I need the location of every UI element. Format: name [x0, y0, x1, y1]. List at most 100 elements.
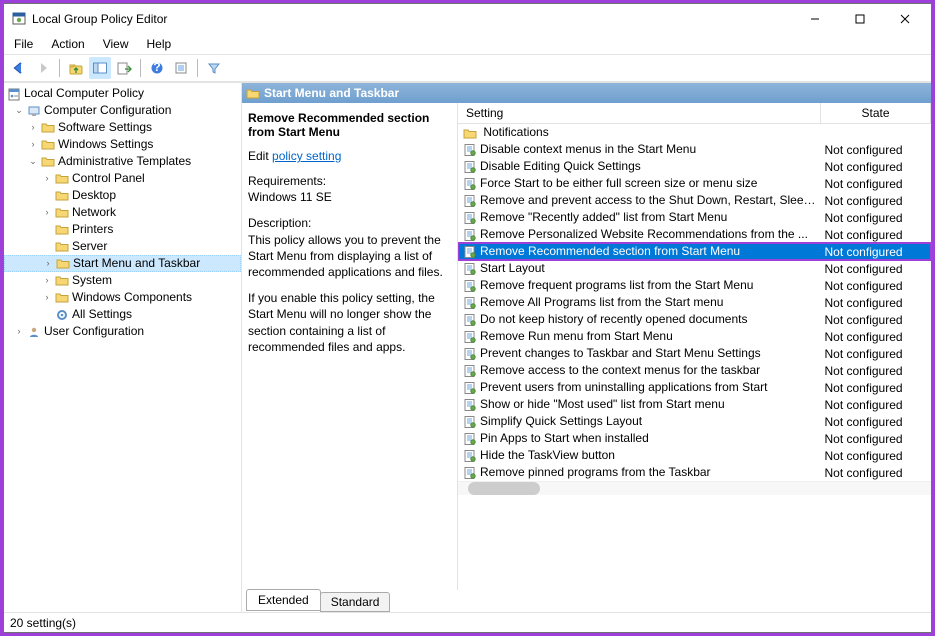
- policy-icon: [462, 262, 478, 276]
- minimize-button[interactable]: [792, 5, 837, 33]
- back-button[interactable]: [8, 57, 30, 79]
- setting-row[interactable]: Force Start to be either full screen siz…: [458, 175, 931, 192]
- setting-state: Not configured: [821, 464, 931, 481]
- expand-toggle[interactable]: ⌄: [12, 105, 26, 117]
- help-button[interactable]: ?: [146, 57, 168, 79]
- expand-toggle[interactable]: ›: [40, 275, 54, 287]
- policy-setting-link[interactable]: policy setting: [272, 149, 341, 163]
- tree-label: All Settings: [70, 306, 132, 323]
- policy-icon: [462, 432, 478, 446]
- tree-server[interactable]: Server: [4, 238, 241, 255]
- show-hide-tree-button[interactable]: [89, 57, 111, 79]
- menu-help[interactable]: Help: [143, 36, 176, 52]
- folder-icon: [54, 171, 70, 187]
- expand-toggle[interactable]: ›: [26, 139, 40, 151]
- horizontal-scrollbar[interactable]: [458, 481, 931, 495]
- folder-icon: [54, 273, 70, 289]
- forward-button[interactable]: [32, 57, 54, 79]
- up-folder-button[interactable]: [65, 57, 87, 79]
- policy-title: Remove Recommended section from Start Me…: [248, 111, 449, 139]
- setting-row[interactable]: Remove access to the context menus for t…: [458, 362, 931, 379]
- setting-row[interactable]: Prevent changes to Taskbar and Start Men…: [458, 345, 931, 362]
- setting-name: Hide the TaskView button: [480, 448, 615, 462]
- tree-windows-settings[interactable]: › Windows Settings: [4, 136, 241, 153]
- setting-row[interactable]: Remove pinned programs from the TaskbarN…: [458, 464, 931, 481]
- tab-extended[interactable]: Extended: [246, 589, 321, 611]
- svg-text:?: ?: [153, 61, 160, 74]
- setting-state: Not configured: [821, 396, 931, 413]
- tree-software-settings[interactable]: › Software Settings: [4, 119, 241, 136]
- properties-button[interactable]: [170, 57, 192, 79]
- tree-computer-config[interactable]: ⌄ Computer Configuration: [4, 102, 241, 119]
- user-icon: [26, 324, 42, 340]
- tree-system[interactable]: ›System: [4, 272, 241, 289]
- setting-row[interactable]: Do not keep history of recently opened d…: [458, 311, 931, 328]
- close-button[interactable]: [882, 5, 927, 33]
- edit-label: Edit: [248, 149, 269, 163]
- policy-icon: [462, 381, 478, 395]
- setting-row[interactable]: Prevent users from uninstalling applicat…: [458, 379, 931, 396]
- expand-toggle[interactable]: ›: [41, 258, 55, 270]
- tree-desktop[interactable]: Desktop: [4, 187, 241, 204]
- policy-icon: [462, 279, 478, 293]
- setting-row[interactable]: Hide the TaskView button Not configured: [458, 447, 931, 464]
- expand-toggle[interactable]: ›: [40, 207, 54, 219]
- folder-row[interactable]: Notifications: [458, 124, 931, 141]
- folder-icon: [54, 239, 70, 255]
- tree-network[interactable]: ›Network: [4, 204, 241, 221]
- tree-all-settings[interactable]: All Settings: [4, 306, 241, 323]
- description-label: Description:: [248, 216, 311, 230]
- scrollbar-thumb[interactable]: [468, 482, 540, 495]
- expand-toggle[interactable]: ›: [26, 122, 40, 134]
- setting-row[interactable]: Remove All Programs list from the Start …: [458, 294, 931, 311]
- setting-row[interactable]: Start LayoutNot configured: [458, 260, 931, 277]
- policy-icon: [462, 415, 478, 429]
- tree-label: Software Settings: [56, 119, 152, 136]
- expand-toggle[interactable]: ›: [40, 292, 54, 304]
- setting-name: Remove access to the context menus for t…: [480, 363, 760, 377]
- tree-start-menu-taskbar[interactable]: ›Start Menu and Taskbar: [4, 255, 241, 272]
- filter-button[interactable]: [203, 57, 225, 79]
- tab-standard[interactable]: Standard: [320, 592, 391, 612]
- tree-printers[interactable]: Printers: [4, 221, 241, 238]
- tree-label: Server: [70, 238, 107, 255]
- expand-toggle[interactable]: ›: [12, 326, 26, 338]
- tree-control-panel[interactable]: ›Control Panel: [4, 170, 241, 187]
- tree-windows-components[interactable]: ›Windows Components: [4, 289, 241, 306]
- setting-row[interactable]: Remove frequent programs list from the S…: [458, 277, 931, 294]
- menu-file[interactable]: File: [10, 36, 37, 52]
- column-state[interactable]: State: [821, 103, 931, 124]
- tree-user-config[interactable]: › User Configuration: [4, 323, 241, 340]
- policy-icon: [462, 228, 478, 242]
- setting-row[interactable]: Disable Editing Quick SettingsNot config…: [458, 158, 931, 175]
- setting-row[interactable]: Remove "Recently added" list from Start …: [458, 209, 931, 226]
- setting-row[interactable]: Remove and prevent access to the Shut Do…: [458, 192, 931, 209]
- setting-row[interactable]: Simplify Quick Settings LayoutNot config…: [458, 413, 931, 430]
- setting-row[interactable]: Remove Recommended section from Start Me…: [458, 243, 931, 260]
- tree-root[interactable]: Local Computer Policy: [4, 85, 241, 102]
- setting-row[interactable]: Remove Run menu from Start MenuNot confi…: [458, 328, 931, 345]
- setting-row[interactable]: Remove Personalized Website Recommendati…: [458, 226, 931, 243]
- setting-state: Not configured: [821, 328, 931, 345]
- navigation-tree[interactable]: Local Computer Policy ⌄ Computer Configu…: [4, 83, 242, 612]
- expand-toggle[interactable]: ›: [40, 173, 54, 185]
- expand-toggle[interactable]: ⌄: [26, 156, 40, 168]
- tree-label: Desktop: [70, 187, 116, 204]
- panel-title: Start Menu and Taskbar: [264, 86, 399, 100]
- setting-row[interactable]: Pin Apps to Start when installedNot conf…: [458, 430, 931, 447]
- requirements-label: Requirements:: [248, 174, 326, 188]
- menu-action[interactable]: Action: [47, 36, 88, 52]
- setting-name: Prevent users from uninstalling applicat…: [480, 380, 767, 394]
- setting-state: Not configured: [821, 447, 931, 464]
- column-setting[interactable]: Setting: [458, 103, 821, 124]
- tree-admin-templates[interactable]: ⌄Administrative Templates: [4, 153, 241, 170]
- menu-view[interactable]: View: [99, 36, 133, 52]
- toolbar-separator: [140, 59, 141, 77]
- export-list-button[interactable]: [113, 57, 135, 79]
- setting-row[interactable]: Show or hide "Most used" list from Start…: [458, 396, 931, 413]
- maximize-button[interactable]: [837, 5, 882, 33]
- settings-list[interactable]: Setting State Notifications: [458, 103, 931, 590]
- setting-row[interactable]: Disable context menus in the Start MenuN…: [458, 141, 931, 158]
- content-columns: Remove Recommended section from Start Me…: [242, 103, 931, 590]
- tree-label: Windows Settings: [56, 136, 153, 153]
